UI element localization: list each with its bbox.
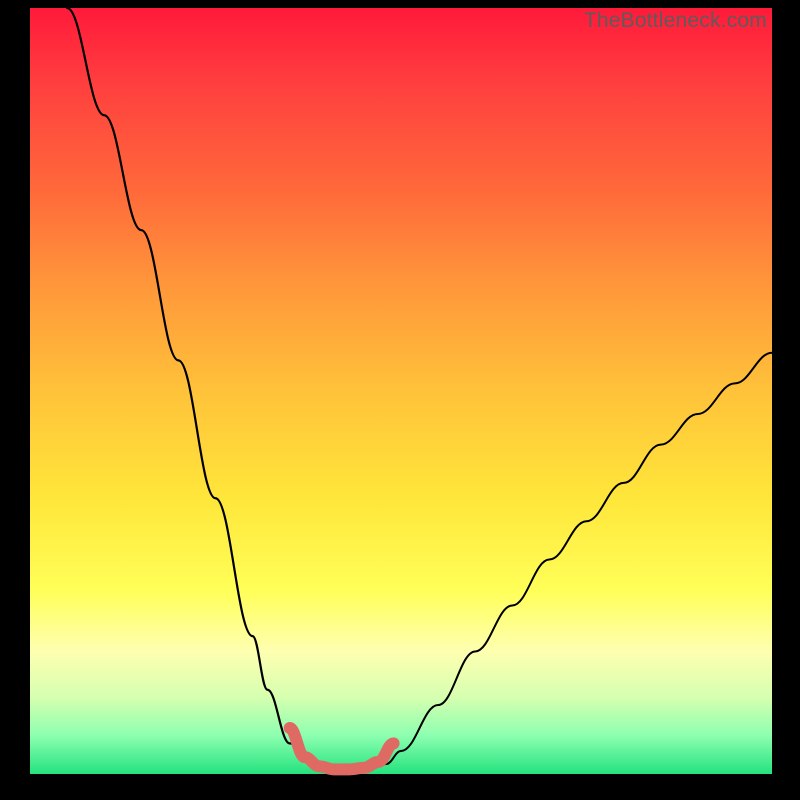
right-bottleneck-curve xyxy=(356,353,772,770)
valley-highlight xyxy=(290,728,394,769)
curve-overlay xyxy=(0,0,800,800)
curve-group xyxy=(67,8,772,769)
left-bottleneck-curve xyxy=(67,8,342,769)
